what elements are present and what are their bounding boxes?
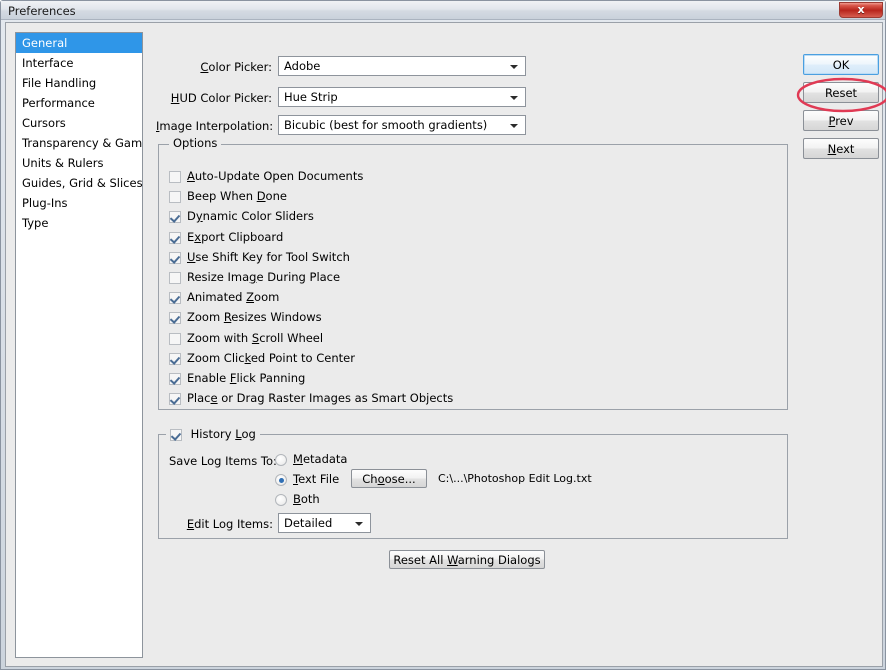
- options-group-title: Options: [169, 136, 221, 150]
- checkbox-zoom-clicked-point-to-center[interactable]: [169, 353, 181, 365]
- color-picker-label: Color Picker:: [156, 60, 272, 74]
- checkbox-dynamic-color-sliders[interactable]: [169, 211, 181, 223]
- sidebar-item-label: Units & Rulers: [22, 156, 103, 170]
- radio-button-text-file[interactable]: [275, 474, 287, 486]
- sidebar-item-label: Cursors: [22, 116, 66, 130]
- choose-button-label: Choose...: [362, 472, 415, 486]
- chevron-down-icon: [355, 522, 363, 526]
- option-label: Resize Image During Place: [187, 270, 340, 284]
- sidebar-item-label: File Handling: [22, 76, 96, 90]
- log-file-path: C:\...\Photoshop Edit Log.txt: [438, 472, 592, 485]
- radio-button-metadata[interactable]: [275, 454, 287, 466]
- edit-log-items-value: Detailed: [284, 516, 332, 530]
- reset-all-warning-dialogs-button[interactable]: Reset All Warning Dialogs: [389, 550, 545, 569]
- option-label: Use Shift Key for Tool Switch: [187, 250, 350, 264]
- option-label: Auto-Update Open Documents: [187, 169, 363, 183]
- chevron-down-icon: [510, 65, 518, 69]
- reset-button[interactable]: Reset: [803, 82, 879, 103]
- option-label: Export Clipboard: [187, 230, 283, 244]
- prev-button[interactable]: Prev: [803, 110, 879, 131]
- ok-button[interactable]: OK: [803, 54, 879, 75]
- option-label: Dynamic Color Sliders: [187, 209, 314, 223]
- history-log-label: History Log: [191, 427, 256, 441]
- window-title: Preferences: [8, 4, 76, 18]
- title-bar: Preferences x: [1, 1, 885, 20]
- history-log-group-title: History Log: [166, 427, 260, 441]
- sidebar-item-label: Interface: [22, 56, 74, 70]
- checkbox-zoom-resizes-windows[interactable]: [169, 312, 181, 324]
- checkbox-use-shift-key-for-tool-switch[interactable]: [169, 252, 181, 264]
- preferences-category-list[interactable]: General Interface File Handling Performance…: [15, 32, 143, 658]
- ok-button-label: OK: [833, 58, 850, 72]
- option-label: Zoom with Scroll Wheel: [187, 331, 323, 345]
- sidebar-item-cursors[interactable]: Cursors: [16, 113, 142, 133]
- preferences-window: Preferences x General Interface File Handl…: [0, 0, 886, 670]
- chevron-down-icon: [510, 96, 518, 100]
- close-button[interactable]: x: [839, 2, 883, 18]
- option-label: Place or Drag Raster Images as Smart Obj…: [187, 391, 453, 405]
- checkbox-place-or-drag-raster-images-as-smart-objects[interactable]: [169, 393, 181, 405]
- next-button[interactable]: Next: [803, 138, 879, 159]
- color-picker-value: Adobe: [284, 59, 320, 73]
- sidebar-item-performance[interactable]: Performance: [16, 93, 142, 113]
- option-label: Zoom Clicked Point to Center: [187, 351, 355, 365]
- edit-log-items-dropdown[interactable]: Detailed: [278, 513, 371, 533]
- image-interpolation-label: Image Interpolation:: [156, 119, 272, 133]
- checkbox-auto-update-open-documents[interactable]: [169, 171, 181, 183]
- checkbox-animated-zoom[interactable]: [169, 292, 181, 304]
- sidebar-item-label: Plug-Ins: [22, 196, 68, 210]
- reset-all-warning-dialogs-label: Reset All Warning Dialogs: [393, 553, 540, 567]
- sidebar-item-label: General: [22, 36, 67, 50]
- checkbox-export-clipboard[interactable]: [169, 232, 181, 244]
- next-button-label: Next: [828, 142, 855, 156]
- image-interpolation-dropdown[interactable]: Bicubic (best for smooth gradients): [278, 115, 526, 135]
- checkbox-enable-flick-panning[interactable]: [169, 373, 181, 385]
- checkbox-beep-when-done[interactable]: [169, 191, 181, 203]
- radio-label: Text File: [293, 472, 339, 486]
- sidebar-item-guides-grid-slices[interactable]: Guides, Grid & Slices: [16, 173, 142, 193]
- hud-color-picker-label: HUD Color Picker:: [156, 91, 272, 105]
- choose-button[interactable]: Choose...: [351, 469, 427, 488]
- sidebar-item-transparency-gamut[interactable]: Transparency & Gamut: [16, 133, 142, 153]
- color-picker-dropdown[interactable]: Adobe: [278, 56, 526, 76]
- hud-color-picker-value: Hue Strip: [284, 90, 338, 104]
- hud-color-picker-dropdown[interactable]: Hue Strip: [278, 87, 526, 107]
- sidebar-item-plug-ins[interactable]: Plug-Ins: [16, 193, 142, 213]
- history-log-checkbox[interactable]: [170, 429, 182, 441]
- chevron-down-icon: [510, 124, 518, 128]
- prev-button-label: Prev: [828, 114, 853, 128]
- edit-log-items-label: Edit Log Items:: [156, 517, 273, 531]
- checkbox-resize-image-during-place[interactable]: [169, 272, 181, 284]
- sidebar-item-file-handling[interactable]: File Handling: [16, 73, 142, 93]
- option-label: Enable Flick Panning: [187, 371, 305, 385]
- radio-label: Both: [293, 492, 320, 506]
- option-label: Zoom Resizes Windows: [187, 310, 322, 324]
- sidebar-item-label: Performance: [22, 96, 95, 110]
- image-interpolation-value: Bicubic (best for smooth gradients): [284, 118, 487, 132]
- sidebar-item-label: Type: [22, 216, 48, 230]
- option-label: Animated Zoom: [187, 290, 279, 304]
- sidebar-item-interface[interactable]: Interface: [16, 53, 142, 73]
- close-x-icon: x: [840, 3, 882, 17]
- save-log-items-label: Save Log Items To:: [169, 454, 277, 468]
- sidebar-item-type[interactable]: Type: [16, 213, 142, 233]
- sidebar-item-general[interactable]: General: [16, 33, 142, 53]
- reset-button-label: Reset: [825, 86, 857, 100]
- sidebar-item-label: Guides, Grid & Slices: [22, 176, 143, 190]
- dialog-client-area: General Interface File Handling Performance…: [5, 22, 883, 667]
- sidebar-item-label: Transparency & Gamut: [22, 136, 143, 150]
- radio-button-both[interactable]: [275, 494, 287, 506]
- radio-label: Metadata: [293, 452, 347, 466]
- option-label: Beep When Done: [187, 189, 287, 203]
- sidebar-item-units-rulers[interactable]: Units & Rulers: [16, 153, 142, 173]
- checkbox-zoom-with-scroll-wheel[interactable]: [169, 333, 181, 345]
